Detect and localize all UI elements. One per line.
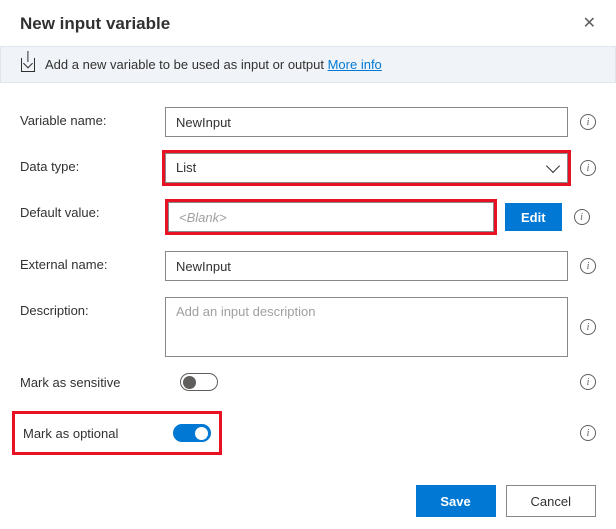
dialog-title: New input variable bbox=[20, 14, 170, 34]
mark-optional-label: Mark as optional bbox=[15, 426, 173, 441]
download-icon bbox=[21, 58, 35, 72]
mark-sensitive-toggle[interactable] bbox=[180, 373, 218, 391]
close-icon: ✕ bbox=[583, 15, 596, 32]
external-name-input[interactable] bbox=[165, 251, 568, 281]
info-icon[interactable]: i bbox=[580, 114, 596, 130]
default-value-label: Default value: bbox=[20, 199, 155, 220]
cancel-button[interactable]: Cancel bbox=[506, 485, 596, 517]
description-input[interactable] bbox=[165, 297, 568, 357]
more-info-link[interactable]: More info bbox=[328, 57, 382, 72]
info-icon[interactable]: i bbox=[580, 160, 596, 176]
mark-sensitive-label: Mark as sensitive bbox=[20, 375, 180, 390]
mark-optional-toggle[interactable] bbox=[173, 424, 211, 442]
info-icon[interactable]: i bbox=[580, 425, 596, 441]
info-icon[interactable]: i bbox=[580, 258, 596, 274]
variable-name-input[interactable] bbox=[165, 107, 568, 137]
data-type-value: List bbox=[165, 153, 568, 183]
default-value-display: <Blank> bbox=[168, 202, 494, 232]
edit-button[interactable]: Edit bbox=[505, 203, 562, 231]
info-icon[interactable]: i bbox=[580, 374, 596, 390]
description-label: Description: bbox=[20, 297, 155, 318]
info-text: Add a new variable to be used as input o… bbox=[45, 57, 324, 72]
data-type-label: Data type: bbox=[20, 153, 155, 174]
save-button[interactable]: Save bbox=[416, 485, 496, 517]
close-button[interactable]: ✕ bbox=[583, 16, 596, 32]
info-bar: Add a new variable to be used as input o… bbox=[0, 46, 616, 83]
data-type-select[interactable]: List bbox=[165, 153, 568, 183]
info-icon[interactable]: i bbox=[574, 209, 590, 225]
external-name-label: External name: bbox=[20, 251, 155, 272]
info-icon[interactable]: i bbox=[580, 319, 596, 335]
variable-name-label: Variable name: bbox=[20, 107, 155, 128]
